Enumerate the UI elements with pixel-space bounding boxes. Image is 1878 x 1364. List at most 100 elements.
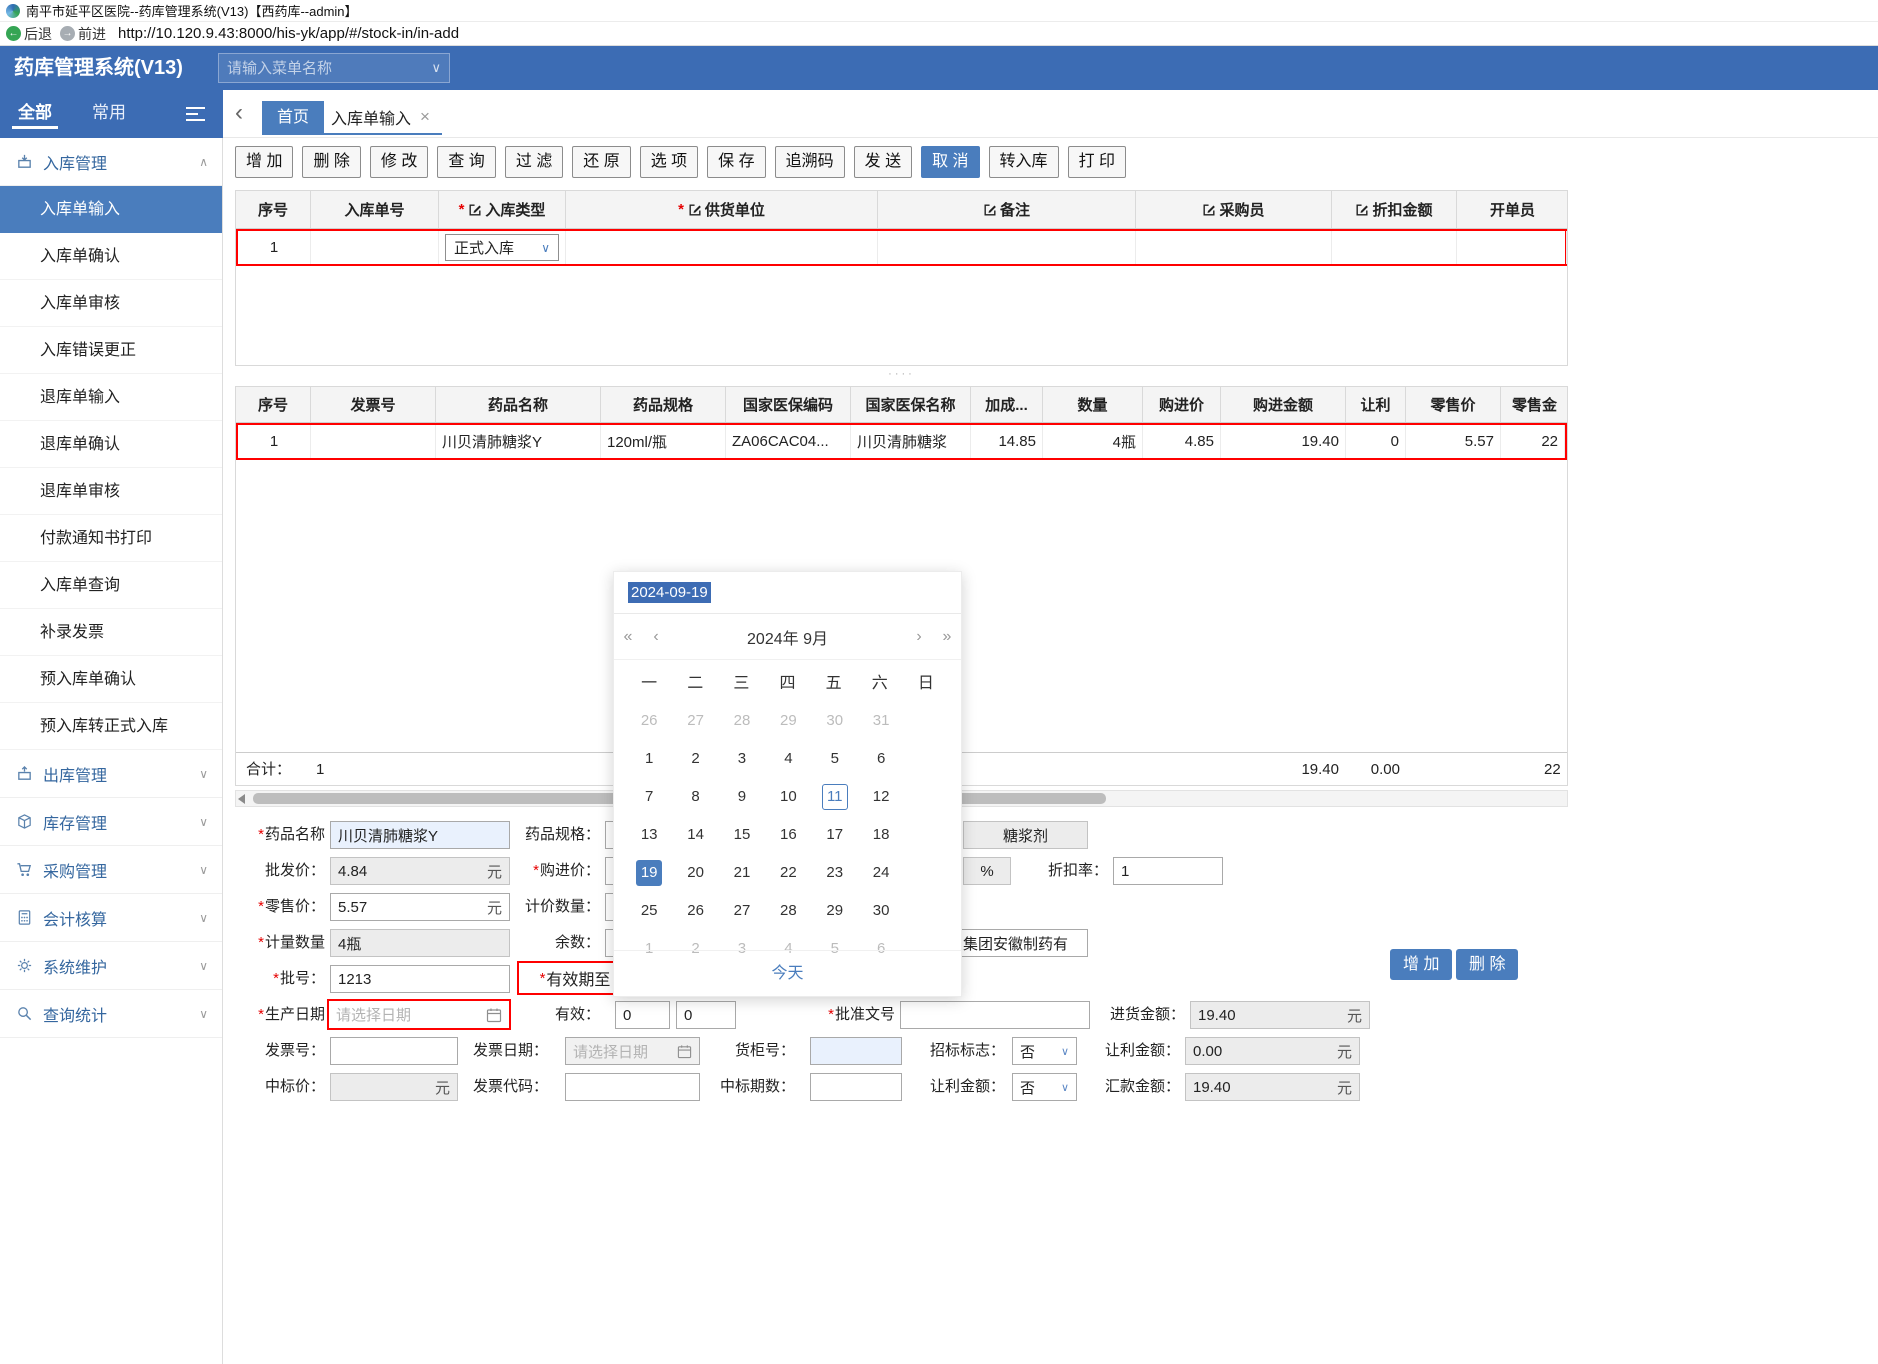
tab-home[interactable]: 首页 <box>262 101 325 135</box>
calendar-day[interactable]: 8 <box>672 778 718 816</box>
back-button[interactable]: ← 后退 <box>6 24 52 44</box>
sidebar-item[interactable]: 预入库转正式入库 <box>0 703 222 750</box>
calendar-day[interactable]: 17 <box>812 816 858 854</box>
invoice-no-field[interactable] <box>330 1037 458 1065</box>
calendar-day[interactable]: 25 <box>626 892 672 930</box>
calendar-day[interactable]: 5 <box>812 740 858 778</box>
calendar-day[interactable]: 26 <box>672 892 718 930</box>
toolbar-button[interactable]: 追溯码 <box>774 146 845 178</box>
master-row[interactable]: 1 正式入库 ∨ <box>236 229 1567 266</box>
calendar-day[interactable]: 28 <box>765 892 811 930</box>
calendar-day[interactable]: 10 <box>765 778 811 816</box>
prev-month-icon[interactable]: ‹ <box>642 628 670 646</box>
bid-flag-select[interactable]: 否 ∨ <box>1012 1037 1077 1065</box>
retail-price-field[interactable]: 5.57 元 <box>330 893 510 921</box>
next-year-icon[interactable]: » <box>933 628 961 646</box>
calendar-day[interactable]: 24 <box>858 854 904 892</box>
calendar-day[interactable]: 14 <box>672 816 718 854</box>
calendar-day[interactable]: 6 <box>858 740 904 778</box>
menu-search-input[interactable] <box>227 59 432 77</box>
calendar-day[interactable]: 21 <box>719 854 765 892</box>
valid-value-1-field[interactable]: 0 <box>615 1001 670 1029</box>
toolbar-button[interactable]: 打 印 <box>1067 146 1127 178</box>
calendar-day[interactable]: 9 <box>719 778 765 816</box>
url-field[interactable]: http://10.120.9.43:8000/his-yk/app/#/sto… <box>118 25 459 42</box>
tab-stock-in-entry[interactable]: 入库单输入 × <box>319 101 442 135</box>
toolbar-button[interactable]: 选 项 <box>639 146 699 178</box>
menu-search-box[interactable]: ∨ <box>218 53 450 83</box>
sidebar-item[interactable]: 退库单审核 <box>0 468 222 515</box>
next-month-icon[interactable]: › <box>905 628 933 646</box>
sidebar-section-stock-out[interactable]: 出库管理 ∨ <box>0 750 222 798</box>
rebate-flag-select[interactable]: 否 ∨ <box>1012 1073 1077 1101</box>
calendar-day[interactable]: 19 <box>626 854 672 892</box>
sidebar-section-stock-in[interactable]: 入库管理 ∧ <box>0 138 222 186</box>
toolbar-button[interactable]: 发 送 <box>853 146 913 178</box>
stock-in-type-select[interactable]: 正式入库 ∨ <box>445 234 559 261</box>
toolbar-button[interactable]: 过 滤 <box>504 146 564 178</box>
today-button[interactable]: 今天 <box>771 965 803 982</box>
calendar-day[interactable]: 30 <box>812 702 858 740</box>
toolbar-button[interactable]: 删 除 <box>302 146 361 178</box>
toolbar-button[interactable]: 保 存 <box>707 146 766 178</box>
calendar-day[interactable]: 11 <box>812 778 858 816</box>
calendar-day[interactable]: 7 <box>626 778 672 816</box>
master-cell-purchaser[interactable] <box>1136 231 1332 264</box>
sidebar-item[interactable]: 入库单审核 <box>0 280 222 327</box>
calendar-day[interactable]: 26 <box>626 702 672 740</box>
shelf-no-field[interactable] <box>810 1037 902 1065</box>
calendar-day[interactable]: 27 <box>719 892 765 930</box>
calendar-day[interactable]: 2 <box>672 740 718 778</box>
calendar-day[interactable]: 29 <box>812 892 858 930</box>
calendar-day[interactable]: 28 <box>719 702 765 740</box>
grid-splitter[interactable] <box>235 369 1568 383</box>
sidebar-section-inventory[interactable]: 库存管理 ∨ <box>0 798 222 846</box>
sidebar-section-purchase[interactable]: 采购管理 ∨ <box>0 846 222 894</box>
collapse-menu-icon[interactable] <box>186 107 206 125</box>
toolbar-button[interactable]: 修 改 <box>369 146 429 178</box>
tab-common[interactable]: 常用 <box>92 92 126 134</box>
calendar-day[interactable]: 27 <box>672 702 718 740</box>
calendar-day[interactable]: 12 <box>858 778 904 816</box>
manufacturer-field[interactable]: 集团安徽制药有 <box>955 929 1088 957</box>
toolbar-button[interactable]: 增 加 <box>235 146 294 178</box>
sidebar-item[interactable]: 付款通知书打印 <box>0 515 222 562</box>
sidebar-item[interactable]: 预入库单确认 <box>0 656 222 703</box>
scroll-left-icon[interactable] <box>238 794 245 804</box>
bid-period-field[interactable] <box>810 1073 902 1101</box>
calendar-day[interactable]: 13 <box>626 816 672 854</box>
master-cell-discount[interactable] <box>1332 231 1457 264</box>
master-cell-remark[interactable] <box>878 231 1136 264</box>
sidebar-item[interactable]: 退库单输入 <box>0 374 222 421</box>
calendar-day[interactable]: 23 <box>812 854 858 892</box>
calendar-day[interactable]: 30 <box>858 892 904 930</box>
delete-detail-button[interactable]: 删 除 <box>1456 949 1519 980</box>
sidebar-item[interactable]: 补录发票 <box>0 609 222 656</box>
calendar-day[interactable]: 29 <box>765 702 811 740</box>
sidebar-item[interactable]: 入库单查询 <box>0 562 222 609</box>
detail-row[interactable]: 1 川贝清肺糖浆Y 120ml/瓶 ZA06CAC04... 川贝清肺糖浆 14… <box>236 423 1567 460</box>
drug-name-field[interactable]: 川贝清肺糖浆Y <box>330 821 510 849</box>
valid-value-2-field[interactable]: 0 <box>676 1001 736 1029</box>
toolbar-button[interactable]: 取 消 <box>921 146 980 178</box>
sidebar-item[interactable]: 入库单输入 <box>0 186 222 233</box>
batch-no-field[interactable]: 1213 <box>330 965 510 993</box>
sidebar-section-query[interactable]: 查询统计 ∨ <box>0 990 222 1038</box>
calendar-day[interactable]: 22 <box>765 854 811 892</box>
approval-no-field[interactable] <box>900 1001 1090 1029</box>
sidebar-item[interactable]: 入库错误更正 <box>0 327 222 374</box>
tab-all[interactable]: 全部 <box>12 92 58 134</box>
sidebar-item[interactable]: 退库单确认 <box>0 421 222 468</box>
production-date-field[interactable]: 请选择日期 <box>327 999 511 1030</box>
sidebar-section-system[interactable]: 系统维护 ∨ <box>0 942 222 990</box>
master-cell-supplier[interactable] <box>566 231 878 264</box>
add-detail-button[interactable]: 增 加 <box>1390 949 1453 980</box>
invoice-code-field[interactable] <box>565 1073 700 1101</box>
toolbar-button[interactable]: 转入库 <box>988 146 1059 178</box>
toolbar-button[interactable]: 查 询 <box>437 146 496 178</box>
calendar-day[interactable]: 18 <box>858 816 904 854</box>
calendar-day[interactable]: 3 <box>719 740 765 778</box>
forward-button[interactable]: → 前进 <box>60 24 106 44</box>
toolbar-button[interactable]: 还 原 <box>572 146 631 178</box>
sidebar-item[interactable]: 入库单确认 <box>0 233 222 280</box>
